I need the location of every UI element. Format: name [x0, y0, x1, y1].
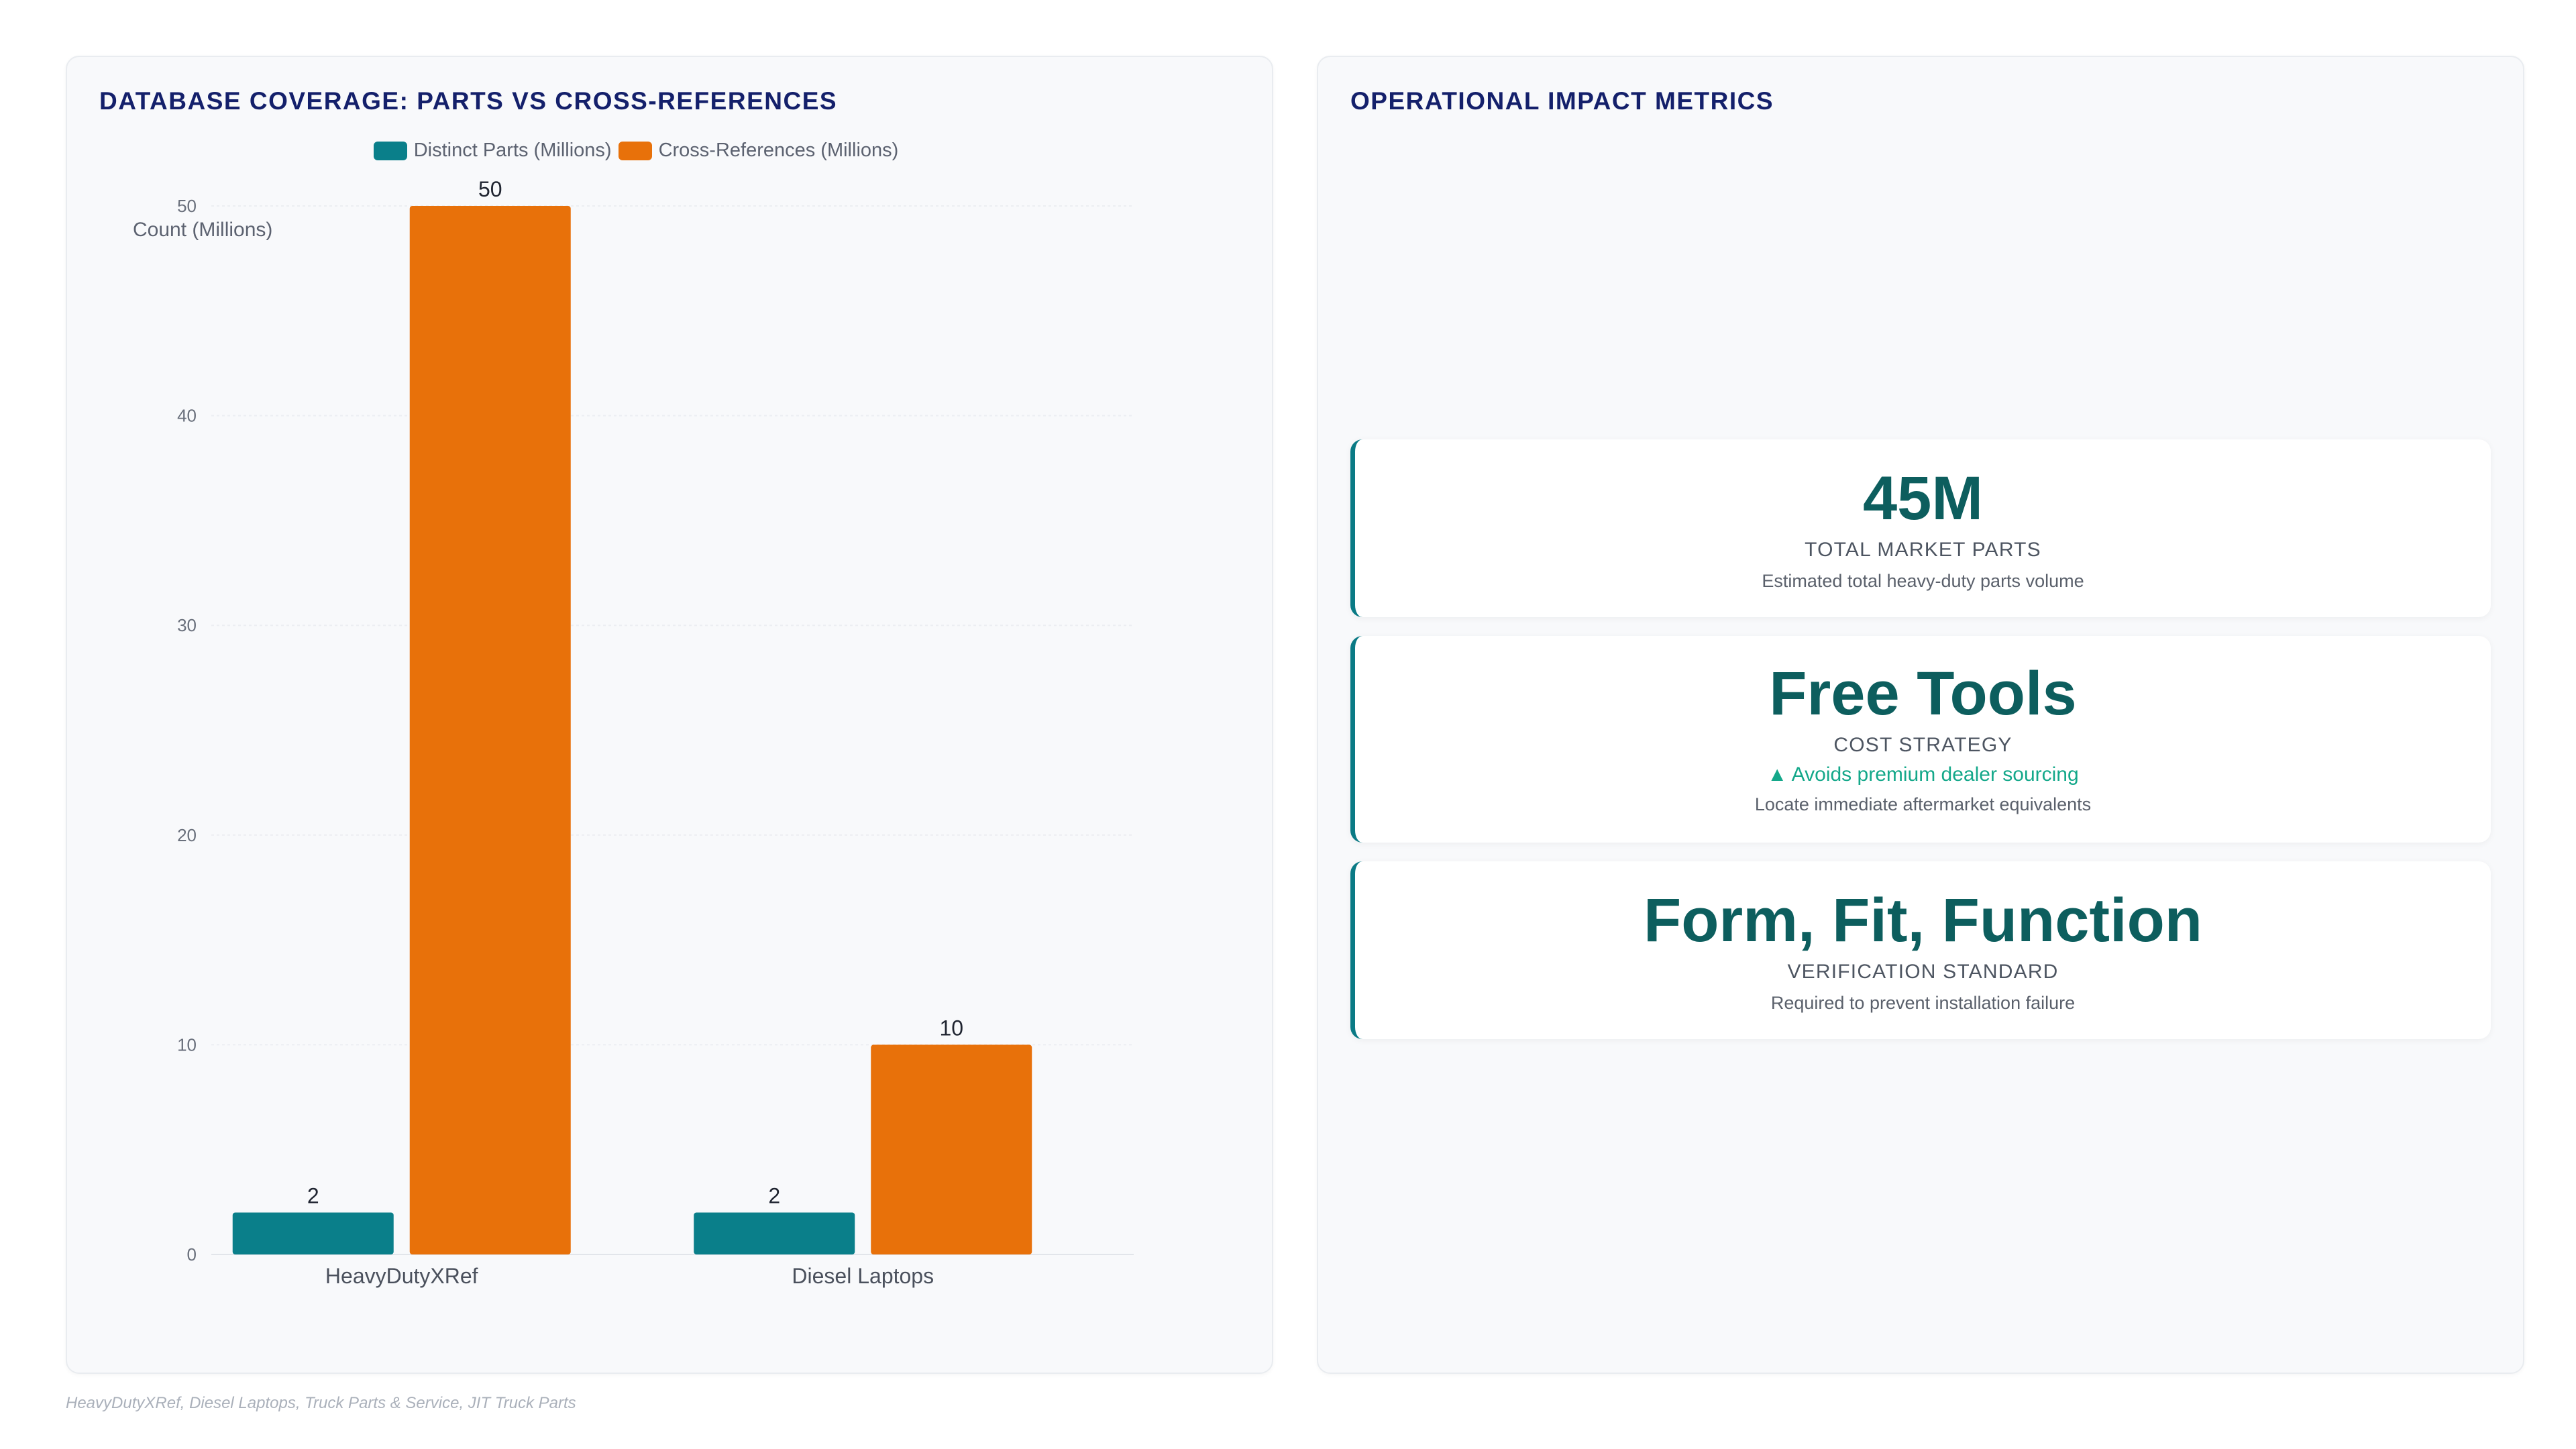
bar-chart: 0 10 20 30 40 50 Count (Millions) 2 50 HeavyDutyX…	[133, 177, 1134, 1288]
data-label: 2	[307, 1183, 319, 1208]
metric-card-cost-strategy: Free Tools COST STRATEGY ▲ Avoids premiu…	[1350, 636, 2491, 843]
metric-description: Locate immediate aftermarket equivalents	[1754, 794, 2092, 814]
y-tick-label: 20	[177, 825, 197, 845]
metric-label: TOTAL MARKET PARTS	[1805, 539, 2041, 561]
bar-cross-references	[409, 206, 571, 1254]
metrics-title: OPERATIONAL IMPACT METRICS	[1350, 87, 1774, 115]
y-tick-label: 40	[177, 406, 197, 426]
metric-label: COST STRATEGY	[1833, 734, 2012, 756]
bar-distinct-parts	[694, 1212, 855, 1254]
metrics-panel: OPERATIONAL IMPACT METRICS 45M TOTAL MAR…	[1317, 56, 2524, 1374]
metric-value: Free Tools	[1769, 659, 2077, 728]
y-axis-label: Count (Millions)	[133, 219, 272, 241]
chart-panel: DATABASE COVERAGE: PARTS VS CROSS-REFERE…	[66, 56, 1273, 1374]
metric-label: VERIFICATION STANDARD	[1787, 961, 2059, 983]
metric-value: 45M	[1863, 464, 1983, 533]
x-tick-label: Diesel Laptops	[792, 1264, 934, 1288]
x-tick-label: HeavyDutyXRef	[325, 1264, 478, 1288]
metric-description: Required to prevent installation failure	[1770, 993, 2076, 1013]
bar-distinct-parts	[232, 1212, 394, 1254]
y-tick-label: 30	[177, 615, 197, 635]
data-label: 50	[478, 177, 502, 201]
metric-card-market-parts: 45M TOTAL MARKET PARTS Estimated total h…	[1350, 439, 2491, 617]
y-tick-label: 10	[177, 1034, 197, 1055]
metric-trend: ▲ Avoids premium dealer sourcing	[1767, 763, 2079, 786]
metric-cards: 45M TOTAL MARKET PARTS Estimated total h…	[1350, 439, 2491, 1058]
y-tick-label: 0	[187, 1244, 197, 1265]
source-note: HeavyDutyXRef, Diesel Laptops, Truck Par…	[66, 1394, 576, 1412]
y-tick-label: 50	[177, 196, 197, 216]
data-label: 2	[768, 1183, 780, 1208]
metric-value: Form, Fit, Function	[1644, 886, 2202, 955]
metric-card-verification: Form, Fit, Function VERIFICATION STANDAR…	[1350, 861, 2491, 1039]
metric-description: Estimated total heavy-duty parts volume	[1762, 571, 2084, 591]
bar-cross-references	[871, 1044, 1032, 1254]
data-label: 10	[939, 1016, 963, 1040]
